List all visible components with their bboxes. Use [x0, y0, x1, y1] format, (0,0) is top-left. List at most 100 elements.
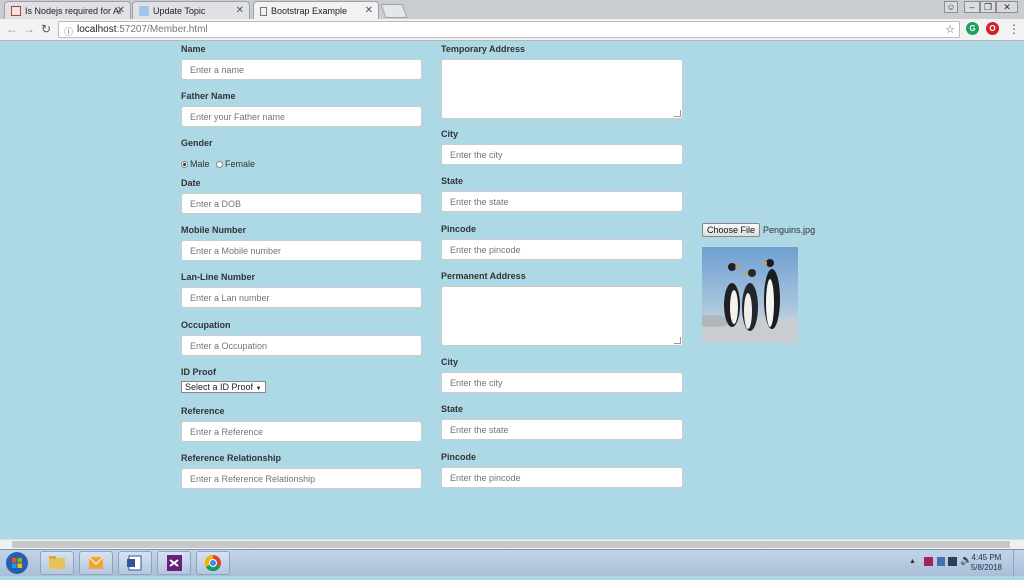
landline-input[interactable]: [181, 287, 422, 308]
tab-strip: Is Nodejs required for An ✕ Update Topic…: [0, 0, 1024, 20]
perm-pincode-group: Pincode: [441, 452, 683, 488]
perm-address-textarea[interactable]: [441, 286, 683, 346]
reference-group: Reference: [181, 406, 422, 442]
chrome-logo-icon: [204, 554, 221, 572]
father-name-input[interactable]: [181, 106, 422, 127]
file-explorer-icon[interactable]: [40, 551, 74, 575]
temp-address-group: Temporary Address: [441, 44, 683, 119]
flag-icon[interactable]: [937, 557, 945, 566]
folder-icon: [49, 556, 65, 569]
scrollbar-thumb[interactable]: [12, 541, 1010, 548]
temp-pincode-input[interactable]: [441, 239, 683, 260]
show-hidden-icons-icon[interactable]: ▲: [909, 558, 916, 565]
tab-bootstrap-example[interactable]: Bootstrap Example ✕: [253, 1, 379, 20]
relationship-group: Reference Relationship: [181, 453, 422, 489]
perm-address-group: Permanent Address: [441, 271, 683, 346]
forward-arrow-icon[interactable]: →: [23, 22, 35, 36]
url-path: :57207/Member.html: [116, 24, 208, 35]
back-arrow-icon[interactable]: ←: [6, 22, 18, 36]
profile-icon[interactable]: ☺: [944, 1, 958, 13]
page-body: Name Father Name Gender Male Female Date…: [0, 41, 1018, 539]
tab-favicon-icon: [139, 5, 149, 16]
system-clock[interactable]: 4:45 PM 5/8/2018: [971, 553, 1002, 573]
close-tab-icon[interactable]: ✕: [236, 5, 244, 16]
dob-input[interactable]: [181, 193, 422, 214]
idproof-select[interactable]: Select a ID Proof ▼: [181, 381, 266, 393]
clock-date: 5/8/2018: [970, 563, 1002, 572]
grammarly-extension-icon[interactable]: G: [966, 22, 979, 35]
tab-nodejs[interactable]: Is Nodejs required for An ✕: [4, 1, 131, 19]
temp-address-label: Temporary Address: [441, 44, 526, 54]
minimize-button[interactable]: –: [964, 1, 980, 13]
idproof-group: ID Proof Select a ID Proof ▼: [181, 367, 422, 395]
date-group: Date: [181, 178, 422, 214]
reload-icon[interactable]: ↻: [41, 22, 51, 36]
perm-state-input[interactable]: [441, 419, 683, 440]
temp-city-group: City: [441, 129, 683, 165]
new-tab-button[interactable]: [380, 4, 408, 18]
female-radio[interactable]: [215, 161, 223, 168]
male-label: Male: [190, 159, 210, 169]
restore-button[interactable]: ❐: [980, 1, 996, 13]
reference-input[interactable]: [181, 421, 422, 442]
perm-city-input[interactable]: [441, 372, 683, 393]
mobile-label: Mobile Number: [181, 225, 247, 235]
visual-studio-icon[interactable]: [157, 551, 191, 575]
close-tab-icon[interactable]: ✕: [117, 5, 125, 16]
tab-update-topic[interactable]: Update Topic ✕: [132, 1, 250, 19]
occupation-label: Occupation: [181, 320, 231, 330]
gender-label: Gender: [181, 138, 213, 148]
outlook-icon[interactable]: [79, 551, 113, 575]
perm-pincode-input[interactable]: [441, 467, 683, 488]
tab-title: Update Topic: [153, 5, 206, 16]
mobile-group: Mobile Number: [181, 225, 422, 261]
name-group: Name: [181, 44, 422, 80]
tab-title: Is Nodejs required for An: [25, 5, 121, 16]
document-icon: [260, 6, 267, 16]
chrome-icon[interactable]: [196, 551, 230, 575]
relationship-input[interactable]: [181, 468, 422, 489]
landline-group: Lan-Line Number: [181, 272, 422, 308]
close-window-button[interactable]: ✕: [996, 1, 1018, 13]
opera-extension-icon[interactable]: O: [986, 22, 999, 35]
male-radio[interactable]: [181, 161, 188, 168]
gender-group: Gender Male Female: [181, 138, 422, 172]
perm-state-group: State: [441, 404, 683, 440]
menu-icon[interactable]: ⋮: [1008, 22, 1020, 36]
mobile-input[interactable]: [181, 240, 422, 261]
temp-address-textarea[interactable]: [441, 59, 683, 119]
reference-label: Reference: [181, 406, 225, 416]
bookmark-star-icon[interactable]: ☆: [945, 23, 955, 36]
tray-app-icon[interactable]: [924, 557, 933, 566]
tab-favicon-icon: [11, 5, 21, 16]
windows-start-button[interactable]: [2, 551, 32, 575]
word-icon[interactable]: [118, 551, 152, 575]
perm-pincode-label: Pincode: [441, 452, 477, 462]
landline-label: Lan-Line Number: [181, 272, 256, 282]
occupation-input[interactable]: [181, 335, 422, 356]
temp-state-label: State: [441, 176, 464, 186]
url-host: localhost: [77, 24, 117, 35]
temp-state-input[interactable]: [441, 191, 683, 212]
penguins-image: [692, 247, 798, 343]
close-tab-icon[interactable]: ✕: [365, 5, 373, 16]
perm-city-group: City: [441, 357, 683, 393]
address-bar[interactable]: ⓘ localhost:57207/Member.html ☆: [58, 21, 960, 38]
resize-grip-icon[interactable]: [674, 337, 681, 344]
perm-address-label: Permanent Address: [441, 271, 526, 281]
name-input[interactable]: [181, 59, 422, 80]
temp-city-input[interactable]: [441, 144, 683, 165]
horizontal-scrollbar[interactable]: [0, 539, 1024, 549]
network-icon[interactable]: [948, 557, 957, 566]
windows-logo-icon: [6, 552, 28, 574]
temp-pincode-group: Pincode: [441, 224, 683, 260]
show-desktop-button[interactable]: [1013, 550, 1024, 577]
idproof-label: ID Proof: [181, 367, 216, 377]
toolbar: ← → ↻ ⓘ localhost:57207/Member.html ☆ G …: [0, 19, 1024, 41]
choose-file-button[interactable]: Choose File: [702, 223, 761, 237]
father-group: Father Name: [181, 91, 422, 127]
perm-state-label: State: [441, 404, 464, 414]
mail-icon: [88, 556, 104, 569]
resize-grip-icon[interactable]: [674, 110, 681, 117]
temp-state-group: State: [441, 176, 683, 212]
